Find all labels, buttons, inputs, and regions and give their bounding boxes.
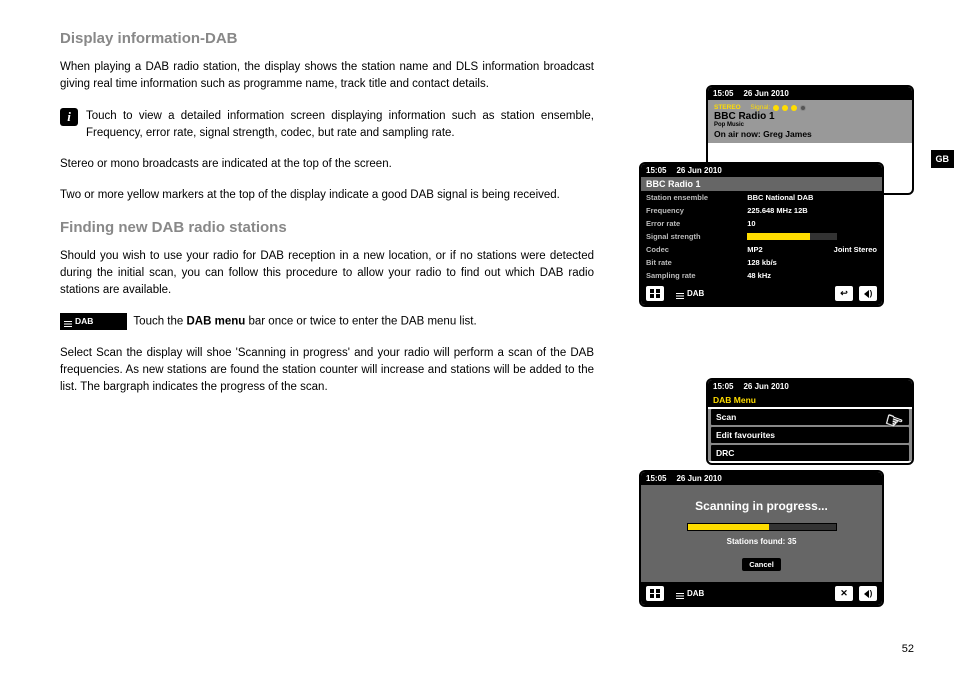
page-number: 52	[902, 643, 914, 655]
screen-scanning: 15:0526 Jun 2010 Scanning in progress...…	[639, 470, 884, 607]
progress-bar	[687, 523, 837, 531]
cancel-button[interactable]: Cancel	[742, 558, 781, 571]
screen-station-details: 15:0526 Jun 2010 BBC Radio 1 Station ens…	[639, 162, 884, 307]
signal-dot	[773, 105, 779, 111]
paragraph: Should you wish to use your radio for DA…	[60, 248, 594, 300]
paragraph: Select Scan the display will shoe 'Scann…	[60, 345, 594, 397]
paragraph: Two or more yellow markers at the top of…	[60, 187, 594, 204]
gb-tab: GB	[931, 150, 954, 168]
heading-finding-stations: Finding new DAB radio stations	[60, 219, 594, 236]
info-icon: i	[60, 108, 78, 126]
now-playing-text: On air now: Greg James	[714, 129, 906, 139]
home-button[interactable]	[646, 586, 664, 601]
heading-display-info: Display information-DAB	[60, 30, 594, 47]
screen-dab-menu: 15:0526 Jun 2010 DAB Menu Scan☜ Edit fav…	[706, 378, 914, 465]
speaker-button[interactable]	[859, 286, 877, 301]
back-button[interactable]: ↩	[835, 286, 853, 301]
dab-menu-bar-inline: DAB	[60, 313, 127, 330]
stations-found: Stations found: 35	[651, 537, 872, 546]
details-title: BBC Radio 1	[641, 177, 882, 191]
menu-icon	[64, 321, 72, 323]
paragraph: Stereo or mono broadcasts are indicated …	[60, 156, 594, 173]
scanning-message: Scanning in progress...	[651, 499, 872, 513]
home-button[interactable]	[646, 286, 664, 301]
station-genre: Pop Music	[714, 122, 906, 128]
close-button[interactable]: ✕	[835, 586, 853, 601]
speaker-button[interactable]	[859, 586, 877, 601]
details-table: Station ensembleBBC National DAB Frequen…	[641, 191, 882, 282]
content-column: Display information-DAB When playing a D…	[60, 30, 594, 411]
menu-title: DAB Menu	[708, 393, 912, 407]
paragraph: DABTouch the DAB menu bar once or twice …	[60, 313, 594, 331]
menu-item-edit-favourites[interactable]: Edit favourites	[711, 427, 909, 443]
menu-item-drc[interactable]: DRC	[711, 445, 909, 461]
dab-menu-bar[interactable]: DAB	[670, 588, 829, 599]
paragraph: When playing a DAB radio station, the di…	[60, 59, 594, 94]
signal-bar	[747, 233, 837, 240]
paragraph: Touch to view a detailed information scr…	[86, 108, 594, 143]
station-name: BBC Radio 1	[714, 111, 906, 122]
menu-item-scan[interactable]: Scan☜	[711, 409, 909, 425]
figures-column: 15:0526 Jun 2010 STEREO Signal: BBC Radi…	[614, 30, 914, 411]
stereo-indicator: STEREO	[714, 104, 741, 111]
dab-menu-bar[interactable]: DAB	[670, 288, 829, 299]
